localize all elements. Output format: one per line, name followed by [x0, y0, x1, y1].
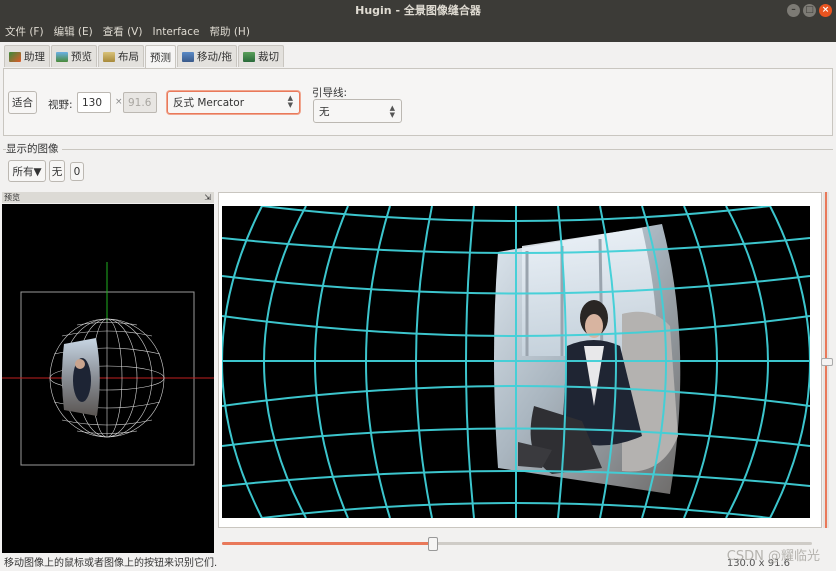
crop-icon	[243, 51, 256, 62]
show-none-button[interactable]: 无	[49, 160, 65, 182]
guide-grid	[222, 206, 810, 518]
image-0-toggle[interactable]: 0	[70, 162, 84, 181]
menu-file[interactable]: 文件 (F)	[0, 22, 49, 42]
pin-icon[interactable]: ⇲	[204, 192, 211, 203]
tab-label: 布局	[118, 51, 139, 63]
status-bar: 移动图像上的鼠标或者图像上的按钮来识别它们. 130.0 x 91.6	[0, 556, 836, 571]
fov-horizontal-input[interactable]: 130	[77, 92, 111, 113]
tab-bar: 助理 预览 布局 预测 移动/拖 裁切	[4, 45, 285, 69]
preview-icon	[56, 51, 68, 62]
guides-label: 引导线:	[312, 87, 348, 99]
projection-preview[interactable]	[222, 206, 810, 518]
guides-select[interactable]: 无 ▲ ▼	[313, 99, 402, 123]
times-sign: ×	[115, 97, 123, 107]
layout-icon	[103, 51, 115, 62]
overview-panel[interactable]	[2, 204, 214, 553]
minimize-icon[interactable]: –	[787, 4, 800, 17]
spin-arrows-icon: ▲ ▼	[389, 104, 395, 119]
menu-view[interactable]: 查看 (V)	[98, 22, 148, 42]
images-group-title: 显示的图像	[6, 141, 62, 156]
vertical-fov-slider[interactable]	[821, 192, 833, 528]
projection-select[interactable]: 反式 Mercator ▲ ▼	[167, 91, 300, 114]
tab-label: 移动/拖	[197, 51, 233, 63]
menu-interface[interactable]: Interface	[147, 22, 204, 42]
tab-layout[interactable]: 布局	[98, 45, 144, 67]
window-title: Hugin - 全景图像缝合器	[355, 4, 481, 17]
projection-grid	[222, 206, 810, 518]
assistant-icon	[9, 51, 21, 62]
menu-edit[interactable]: 编辑 (E)	[49, 22, 98, 42]
fit-button[interactable]: 适合	[8, 91, 37, 114]
fov-vertical-input: 91.6	[123, 92, 157, 113]
tab-projection[interactable]: 预测	[145, 45, 176, 69]
horizontal-slider-fill	[222, 542, 434, 545]
dock-title-label: 预览	[4, 193, 20, 202]
fov-label: 视野:	[48, 99, 73, 111]
overview-dock-title: 预览 ⇲	[2, 192, 214, 203]
spin-arrows-icon: ▲ ▼	[287, 94, 293, 109]
status-message: 移动图像上的鼠标或者图像上的按钮来识别它们.	[4, 558, 218, 569]
horizontal-slider-thumb[interactable]	[428, 537, 438, 551]
tab-assistant[interactable]: 助理	[4, 45, 50, 67]
vertical-slider-thumb[interactable]	[821, 358, 833, 366]
horizontal-fov-slider[interactable]	[222, 537, 812, 551]
menu-help[interactable]: 帮助 (H)	[204, 22, 254, 42]
tab-preview[interactable]: 预览	[51, 45, 97, 67]
tab-move-drag[interactable]: 移动/拖	[177, 45, 238, 67]
tab-label: 裁切	[258, 51, 280, 63]
maximize-icon[interactable]: □	[803, 4, 816, 17]
tab-label: 预测	[150, 52, 171, 64]
move-drag-icon	[182, 51, 194, 62]
show-all-button[interactable]: 所有▼	[8, 160, 46, 182]
tab-label: 助理	[24, 51, 45, 63]
menu-bar: 文件 (F) 编辑 (E) 查看 (V) Interface 帮助 (H)	[0, 22, 836, 42]
overview-sphere	[2, 262, 214, 466]
guides-value: 无	[319, 105, 330, 118]
group-divider	[3, 149, 833, 150]
close-icon[interactable]: ×	[819, 4, 832, 17]
watermark: CSDN @耀临光	[726, 549, 820, 564]
warped-photo	[494, 224, 681, 494]
tab-crop[interactable]: 裁切	[238, 45, 285, 67]
title-bar: Hugin - 全景图像缝合器 – □ ×	[0, 0, 836, 22]
tab-label: 预览	[71, 51, 92, 63]
projection-value: 反式 Mercator	[173, 97, 245, 109]
